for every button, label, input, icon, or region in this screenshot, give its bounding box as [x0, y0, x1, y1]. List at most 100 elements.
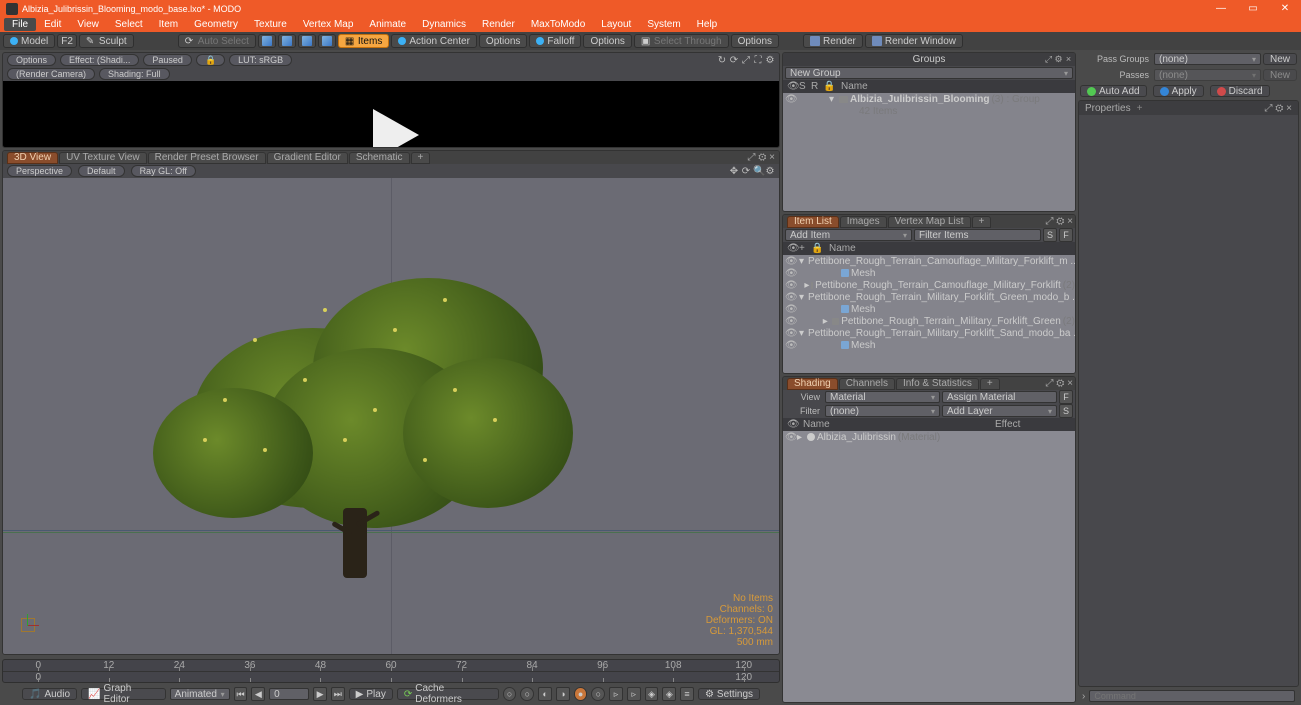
options-3[interactable]: Options [731, 34, 779, 48]
menu-vertexmap[interactable]: Vertex Map [295, 18, 362, 31]
preview-lut[interactable]: LUT: sRGB [229, 54, 292, 66]
eye-icon[interactable]: 👁 [783, 243, 795, 254]
timeline[interactable]: 01224364860728496108120 0120 [2, 659, 780, 683]
new-group-button[interactable]: New Group▾ [785, 67, 1073, 79]
minimize-button[interactable]: — [1205, 0, 1237, 17]
key-2[interactable]: ○ [520, 687, 534, 701]
menu-help[interactable]: Help [689, 18, 726, 31]
prev-frame-button[interactable]: ◀ [251, 687, 265, 701]
reload-icon[interactable]: ↻ [717, 55, 727, 65]
sculpt-button[interactable]: ✎Sculpt [79, 34, 134, 48]
eye-icon[interactable]: 👁 [785, 256, 795, 266]
frame-field[interactable]: 0 [269, 688, 309, 700]
lock-icon[interactable]: 🔒 [807, 243, 819, 254]
play-button[interactable]: ▶Play [349, 688, 393, 700]
menu-dynamics[interactable]: Dynamics [414, 18, 474, 31]
group-row[interactable]: 👁 ▾ Albizia_Julibrissin_Blooming (3) : G… [783, 93, 1075, 105]
eye-icon[interactable]: 👁 [785, 280, 795, 290]
list-item[interactable]: 👁Mesh [783, 339, 1075, 351]
rotate-icon[interactable]: ⟳ [741, 166, 751, 176]
preview-shading[interactable]: Shading: Full [99, 68, 170, 80]
selmode-3[interactable] [298, 34, 316, 48]
gear-icon[interactable]: ⚙ [1054, 55, 1063, 64]
eye-icon[interactable]: 👁 [785, 304, 795, 314]
key-3[interactable]: ◐ [538, 687, 552, 701]
selmode-1[interactable] [258, 34, 276, 48]
eye-icon[interactable]: 👁 [783, 419, 795, 430]
key-5[interactable]: ● [574, 687, 588, 701]
animated-dropdown[interactable]: Animated▾ [170, 688, 230, 700]
material-row[interactable]: 👁 ▸ Albizia_Julibrissin (Material) [783, 431, 1075, 443]
view-dropdown[interactable]: Material▾ [825, 391, 940, 403]
first-frame-button[interactable]: ⏮ [234, 687, 248, 701]
filter-s-button[interactable]: S [1043, 228, 1057, 242]
eye-icon[interactable]: 👁 [785, 316, 795, 326]
list-item[interactable]: 👁▾Pettibone_Rough_Terrain_Military_Forkl… [783, 291, 1075, 303]
layer-s-button[interactable]: S [1059, 404, 1073, 418]
audio-button[interactable]: 🎵Audio [22, 688, 77, 700]
menu-system[interactable]: System [639, 18, 688, 31]
collapse-icon[interactable]: ▾ [829, 94, 837, 105]
tab-schematic[interactable]: Schematic [349, 152, 410, 164]
col-s[interactable]: S [795, 81, 807, 92]
render-window-button[interactable]: Render Window [865, 34, 963, 48]
menu-item[interactable]: Item [151, 18, 186, 31]
eye-icon[interactable]: 👁 [785, 340, 795, 350]
item-list-body[interactable]: 👁▾Pettibone_Rough_Terrain_Camouflage_Mil… [783, 255, 1075, 373]
settings-button[interactable]: ⚙Settings [698, 688, 760, 700]
list-item[interactable]: 👁▾Pettibone_Rough_Terrain_Camouflage_Mil… [783, 255, 1075, 267]
assign-f-button[interactable]: F [1059, 390, 1073, 404]
tab-uvtexture[interactable]: UV Texture View [59, 152, 147, 164]
tab-itemlist[interactable]: Item List [787, 216, 839, 228]
tab-renderpreset[interactable]: Render Preset Browser [148, 152, 266, 164]
add-item-button[interactable]: Add Item▾ [785, 229, 912, 241]
auto-add-button[interactable]: Auto Add [1080, 85, 1147, 97]
tab-vertexmaplist[interactable]: Vertex Map List [888, 216, 971, 228]
cache-deformers-button[interactable]: ⟳Cache Deformers [397, 688, 499, 700]
expand-icon[interactable]: ⤢ [1044, 55, 1053, 64]
selthrough-button[interactable]: ▣Select Through [634, 34, 729, 48]
eye-icon[interactable]: 👁 [785, 328, 795, 338]
action-center-button[interactable]: Action Center [391, 34, 477, 48]
vp-expand-icon[interactable]: ⤢ ⚙ × [748, 152, 780, 163]
eye-icon[interactable]: 👁 [785, 292, 795, 302]
last-frame-button[interactable]: ⏭ [331, 687, 345, 701]
tab-add[interactable]: + [980, 378, 1000, 390]
move-icon[interactable]: ✥ [729, 166, 739, 176]
arrow-icon[interactable]: ▸ [823, 316, 830, 327]
axis-gizmo[interactable] [17, 614, 39, 636]
options-1[interactable]: Options [479, 34, 527, 48]
refresh-icon[interactable]: ⟳ [729, 55, 739, 65]
list-item[interactable]: 👁▸Pettibone_Rough_Terrain_Camouflage_Mil… [783, 279, 1075, 291]
list-item[interactable]: 👁Mesh [783, 267, 1075, 279]
vp-default[interactable]: Default [78, 165, 125, 177]
key-8[interactable]: ▹ [627, 687, 641, 701]
filter-dropdown[interactable]: (none)▾ [825, 405, 940, 417]
preview-effect[interactable]: Effect: (Shadi... [60, 54, 139, 66]
tab-gradient[interactable]: Gradient Editor [267, 152, 348, 164]
preview-camera[interactable]: (Render Camera) [7, 68, 95, 80]
group-subrow[interactable]: 42 Items [783, 105, 1075, 117]
new-pass-button[interactable]: New [1263, 69, 1297, 81]
menubar[interactable]: File Edit View Select Item Geometry Text… [0, 17, 1301, 32]
command-input[interactable] [1089, 690, 1295, 702]
add-layer-button[interactable]: Add Layer▾ [942, 405, 1057, 417]
vp-raygl[interactable]: Ray GL: Off [131, 165, 196, 177]
model-button[interactable]: Model [3, 34, 55, 48]
arrow-icon[interactable]: ▸ [804, 280, 809, 291]
gear-icon[interactable]: ⚙ [765, 166, 775, 176]
f2-button[interactable]: F2 [57, 34, 77, 48]
zoom-icon[interactable]: ⤢ [741, 55, 751, 65]
render-button[interactable]: Render [803, 34, 863, 48]
selmode-4[interactable] [318, 34, 336, 48]
tab-add[interactable]: + [411, 152, 431, 164]
falloff-button[interactable]: Falloff [529, 34, 581, 48]
list-item[interactable]: 👁▾Pettibone_Rough_Terrain_Military_Forkl… [783, 327, 1075, 339]
tab-add[interactable]: + [972, 216, 992, 228]
key-7[interactable]: ▹ [609, 687, 623, 701]
arrow-icon[interactable]: ▾ [799, 292, 804, 303]
search-icon[interactable]: 🔍 [753, 166, 763, 176]
close-button[interactable]: ✕ [1269, 0, 1301, 17]
render-preview-area[interactable] [3, 81, 779, 147]
key-6[interactable]: ○ [591, 687, 605, 701]
